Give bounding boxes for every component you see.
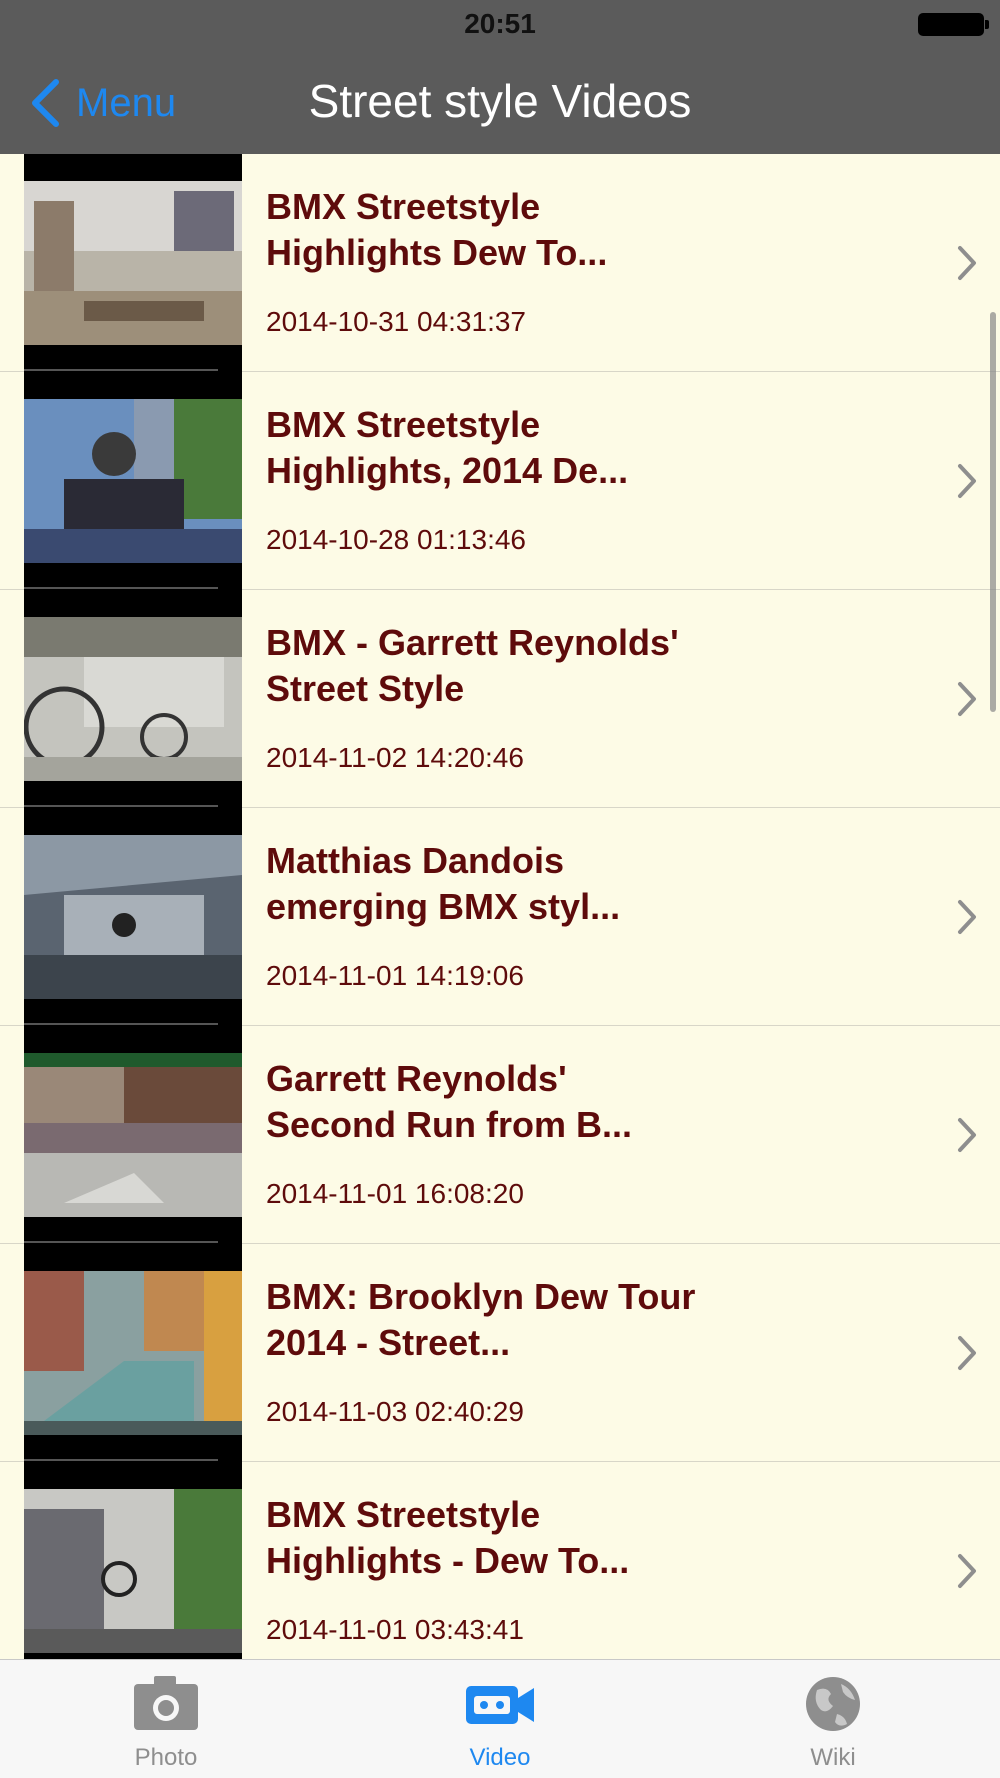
video-thumbnail bbox=[24, 1026, 242, 1244]
list-item[interactable]: BMX Streetstyle Highlights - Dew To... 2… bbox=[0, 1462, 1000, 1659]
video-thumbnail bbox=[24, 154, 242, 372]
tab-photo-label: Photo bbox=[134, 1744, 198, 1771]
film-stripe bbox=[24, 1241, 218, 1243]
tab-video-label: Video bbox=[469, 1744, 531, 1771]
video-date: 2014-11-01 16:08:20 bbox=[266, 1178, 524, 1209]
video-title: BMX - Garrett Reynolds' Street Style bbox=[266, 622, 679, 709]
list-item[interactable]: BMX - Garrett Reynolds' Street Style 201… bbox=[0, 590, 1000, 808]
navigation-bar: Menu Street style Videos bbox=[0, 50, 1000, 154]
list-item[interactable]: BMX Streetstyle Highlights, 2014 De... 2… bbox=[0, 372, 1000, 590]
chevron-right-icon bbox=[958, 464, 976, 498]
tab-bar: Photo Video Wiki bbox=[0, 1659, 1000, 1778]
list-item[interactable]: Matthias Dandois emerging BMX styl... 20… bbox=[0, 808, 1000, 1026]
chevron-right-icon bbox=[958, 1336, 976, 1370]
film-stripe bbox=[24, 369, 218, 371]
video-date: 2014-10-28 01:13:46 bbox=[266, 524, 526, 555]
video-title: Matthias Dandois emerging BMX styl... bbox=[266, 840, 621, 927]
film-stripe bbox=[24, 1023, 218, 1025]
list-item[interactable]: BMX: Brooklyn Dew Tour 2014 - Street... … bbox=[0, 1244, 1000, 1462]
video-date: 2014-11-02 14:20:46 bbox=[266, 742, 524, 773]
video-title: BMX: Brooklyn Dew Tour 2014 - Street... bbox=[266, 1276, 696, 1363]
battery-icon bbox=[918, 13, 989, 36]
video-date: 2014-11-01 14:19:06 bbox=[266, 960, 524, 991]
list-item[interactable]: Garrett Reynolds' Second Run from B... 2… bbox=[0, 1026, 1000, 1244]
video-title: BMX Streetstyle Highlights - Dew To... bbox=[266, 1494, 630, 1581]
video-thumbnail bbox=[24, 808, 242, 1026]
video-title: Garrett Reynolds' Second Run from B... bbox=[266, 1058, 633, 1145]
video-thumbnail bbox=[24, 372, 242, 590]
video-date: 2014-11-01 03:43:41 bbox=[266, 1614, 524, 1645]
list-item[interactable]: BMX Streetstyle Highlights Dew To... 201… bbox=[0, 154, 1000, 372]
tab-wiki-label: Wiki bbox=[810, 1744, 856, 1771]
video-camera-icon bbox=[466, 1686, 534, 1724]
status-bar: 20:51 bbox=[0, 0, 1000, 50]
video-title: BMX Streetstyle Highlights Dew To... bbox=[266, 186, 608, 273]
video-date: 2014-10-31 04:31:37 bbox=[266, 306, 526, 337]
page-title: Street style Videos bbox=[308, 75, 692, 127]
scroll-indicator[interactable] bbox=[990, 312, 996, 712]
chevron-right-icon bbox=[958, 900, 976, 934]
video-list[interactable]: BMX Streetstyle Highlights Dew To... 201… bbox=[0, 154, 1000, 1659]
film-stripe bbox=[24, 587, 218, 589]
chevron-right-icon bbox=[958, 682, 976, 716]
video-thumbnail bbox=[24, 590, 242, 808]
tab-video[interactable]: Video bbox=[400, 1660, 600, 1778]
tab-photo[interactable]: Photo bbox=[66, 1660, 266, 1778]
video-thumbnail bbox=[24, 1244, 242, 1462]
video-date: 2014-11-03 02:40:29 bbox=[266, 1396, 524, 1427]
status-time: 20:51 bbox=[464, 8, 536, 39]
video-thumbnail bbox=[24, 1462, 242, 1659]
tab-wiki[interactable]: Wiki bbox=[733, 1660, 933, 1778]
film-stripe bbox=[24, 805, 218, 807]
chevron-right-icon bbox=[958, 1118, 976, 1152]
film-stripe bbox=[24, 1459, 218, 1461]
chevron-right-icon bbox=[958, 1554, 976, 1588]
chevron-right-icon bbox=[958, 246, 976, 280]
video-title: BMX Streetstyle Highlights, 2014 De... bbox=[266, 404, 629, 491]
camera-icon bbox=[134, 1676, 198, 1730]
globe-icon bbox=[806, 1677, 860, 1731]
